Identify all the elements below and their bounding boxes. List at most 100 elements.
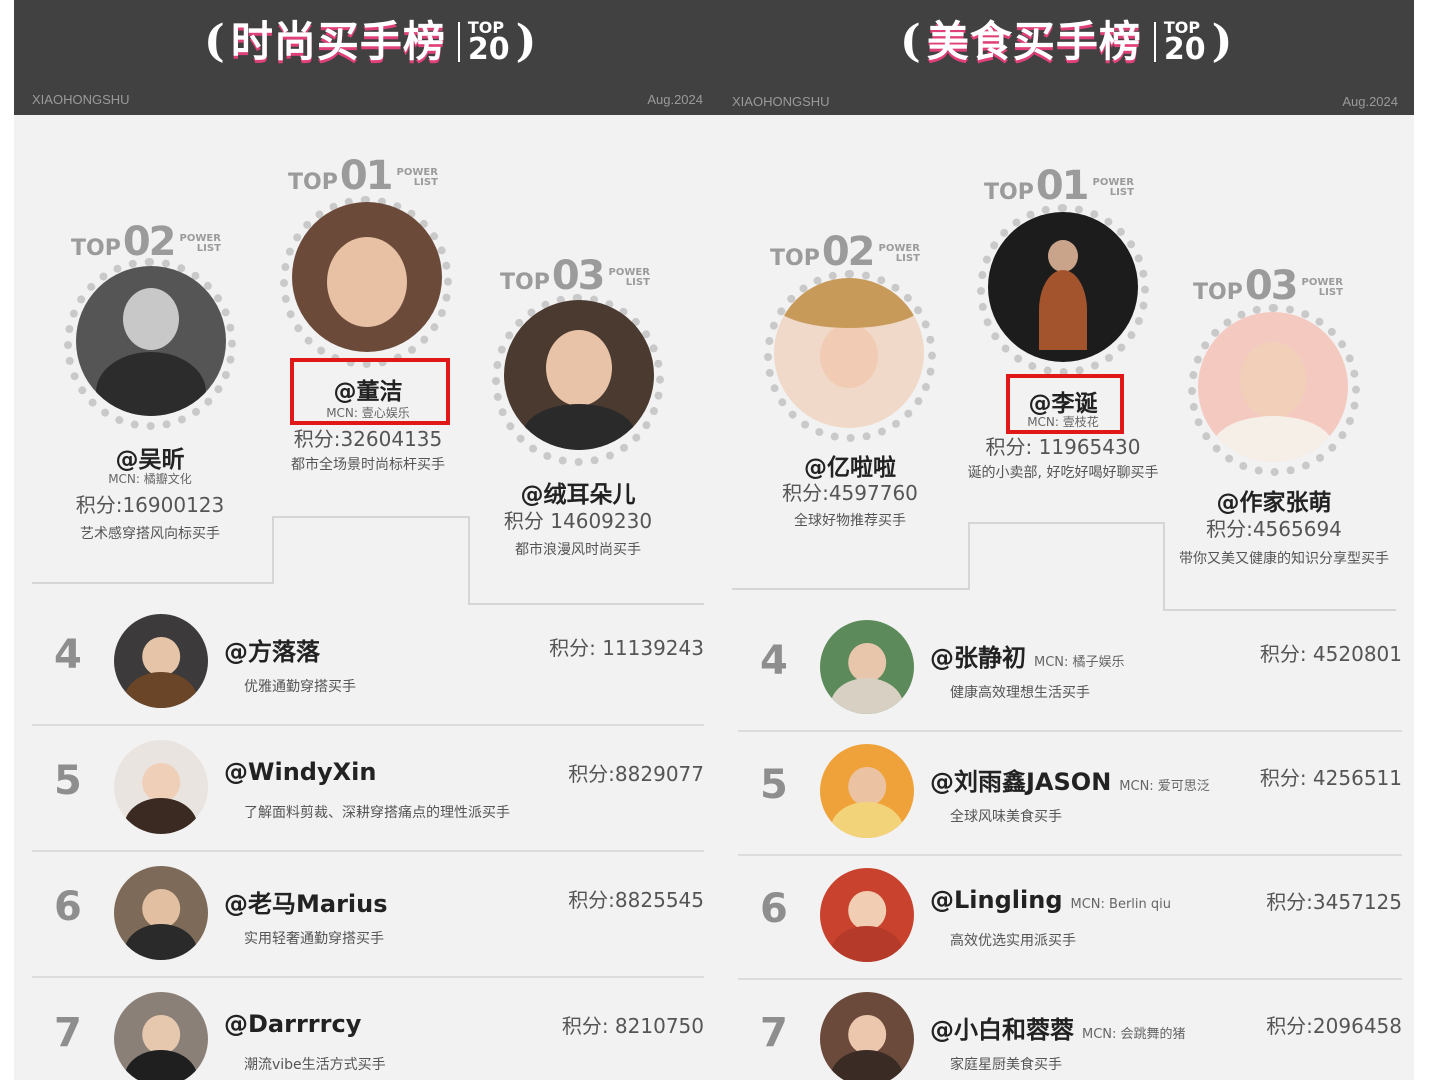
top-number: 02 [122, 219, 177, 265]
podium-step-line [32, 582, 273, 584]
podium-step-line [968, 522, 970, 590]
avatar-face [1240, 342, 1306, 418]
avatar-face [123, 288, 179, 350]
brand-label: XIAOHONGSHU [732, 94, 830, 109]
top-03-label: TOP 03 POWER LIST [500, 253, 650, 299]
top-number: 01 [1035, 163, 1090, 209]
top-02-label: TOP 02 POWER LIST [770, 229, 920, 275]
buyer-name-text: @张静初 [930, 644, 1026, 672]
top-01-label: TOP 01 POWER LIST [288, 156, 438, 196]
avatar-face [546, 330, 612, 406]
list-item: 5 @WindyXin 了解面料剪裁、深耕穿搭痛点的理性派买手 积分:88290… [32, 726, 704, 852]
top-02-label: TOP 02 POWER LIST [71, 219, 221, 265]
avatar [292, 202, 442, 352]
power-list-tag: POWER LIST [180, 234, 221, 254]
buyer-name: @绒耳朵儿 [520, 482, 636, 508]
avatar-face [820, 324, 878, 388]
top20-number: 20 [1163, 31, 1206, 67]
avatar-body [1213, 416, 1333, 462]
rank-number: 5 [760, 762, 788, 808]
buyer-description: 带你又美又健康的知识分享型买手 [1179, 551, 1389, 567]
buyer-name-text: @Lingling [930, 886, 1063, 914]
right-bracket-icon: ) [515, 16, 537, 67]
ranking-title-text: 时尚买手榜 [230, 17, 446, 66]
buyer-name: @Darrrrcy [224, 1010, 362, 1038]
avatar-face [848, 1014, 886, 1055]
avatar-face [848, 890, 886, 931]
avatar-face [142, 1014, 180, 1055]
buyer-description: 艺术感穿搭风向标买手 [80, 526, 220, 542]
avatar-body [523, 404, 635, 450]
buyer-name: @吴昕 [115, 447, 185, 473]
buyer-score: 积分:4565694 [1206, 517, 1342, 541]
buyer-name: @小白和蓉蓉 MCN: 会跳舞的猪 [930, 1010, 1186, 1045]
rank-number: 6 [760, 886, 788, 932]
top-text: TOP [770, 246, 820, 271]
top-03-label: TOP 03 POWER LIST [1193, 263, 1343, 309]
buyer-score: 积分:16900123 [75, 493, 225, 517]
podium-step-line [272, 516, 274, 584]
buyer-description: 都市浪漫风时尚买手 [515, 542, 641, 558]
buyer-description: 健康高效理想生活买手 [950, 685, 1090, 701]
buyer-name: @Lingling MCN: Berlin qiu [930, 886, 1171, 914]
avatar [820, 620, 914, 714]
avatar [820, 992, 914, 1080]
avatar-body [1039, 270, 1087, 350]
avatar-body [124, 1050, 198, 1080]
avatar-face [848, 642, 886, 683]
buyer-name: @老马Marius [224, 890, 388, 918]
list-text: LIST [413, 177, 438, 188]
top-number: 02 [821, 229, 876, 275]
avatar-face [327, 237, 407, 327]
power-list-tag: POWER LIST [1302, 278, 1343, 298]
buyer-mcn: MCN: 爱可思泛 [1119, 779, 1210, 794]
list-item: 4 @方落落 优雅通勤穿搭买手 积分: 11139243 [32, 600, 704, 726]
title-divider [1153, 22, 1156, 62]
buyer-description: 优雅通勤穿搭买手 [244, 679, 356, 695]
buyer-description: 了解面料剪裁、深耕穿搭痛点的理性派买手 [244, 805, 510, 821]
buyer-description: 都市全场景时尚标杆买手 [291, 457, 445, 473]
top-text: TOP [500, 270, 550, 295]
list-item: 6 @Lingling MCN: Berlin qiu 高效优选实用派买手 积分:… [738, 854, 1402, 980]
rank-number: 7 [760, 1010, 788, 1056]
list-text: LIST [1109, 187, 1134, 198]
avatar-body [830, 1050, 904, 1080]
rank-number: 6 [54, 884, 82, 930]
avatar [504, 300, 654, 450]
top-number: 03 [1244, 263, 1299, 309]
brand-label: XIAOHONGSHU [32, 92, 130, 107]
list-item: 7 @Darrrrcy 潮流vibe生活方式买手 积分: 8210750 [32, 978, 704, 1080]
avatar-body [830, 678, 904, 714]
avatar [988, 212, 1138, 362]
buyer-mcn: MCN: 会跳舞的猪 [1082, 1027, 1186, 1042]
avatar [114, 614, 208, 708]
avatar-body [830, 802, 904, 838]
avatar-face [1048, 240, 1078, 272]
avatar [1198, 312, 1348, 462]
avatar [76, 266, 226, 416]
top20-badge: TOP 20 [467, 20, 510, 67]
buyer-name-text: @刘雨鑫JASON [930, 768, 1112, 796]
avatar [114, 866, 208, 960]
buyer-description: 实用轻奢通勤穿搭买手 [244, 931, 384, 947]
ranking-title: ( 时尚买手榜 TOP 20 ) [204, 12, 536, 72]
avatar [114, 740, 208, 834]
date-label: Aug.2024 [1342, 94, 1398, 109]
buyer-score: 积分: 4256511 [1259, 766, 1402, 790]
top-number: 03 [551, 253, 606, 299]
top-text: TOP [984, 180, 1034, 205]
buyer-score: 积分: 4520801 [1259, 642, 1402, 666]
top20-badge: TOP 20 [1163, 20, 1206, 67]
top-text: TOP [288, 170, 338, 195]
top20-number: 20 [467, 31, 510, 67]
buyer-name: @董洁 [333, 379, 403, 405]
top-text: TOP [1193, 280, 1243, 305]
rank-number: 7 [54, 1010, 82, 1056]
buyer-name: @方落落 [224, 638, 320, 666]
rank-number: 5 [54, 758, 82, 804]
title-divider [457, 22, 460, 62]
power-list-tag: POWER LIST [397, 168, 438, 188]
buyer-score: 积分:2096458 [1266, 1014, 1402, 1038]
fashion-buyer-ranking-panel: ( 时尚买手榜 TOP 20 ) XIAOHONGSHU Aug.2024 TO… [14, 0, 720, 1080]
top-text: TOP [71, 236, 121, 261]
